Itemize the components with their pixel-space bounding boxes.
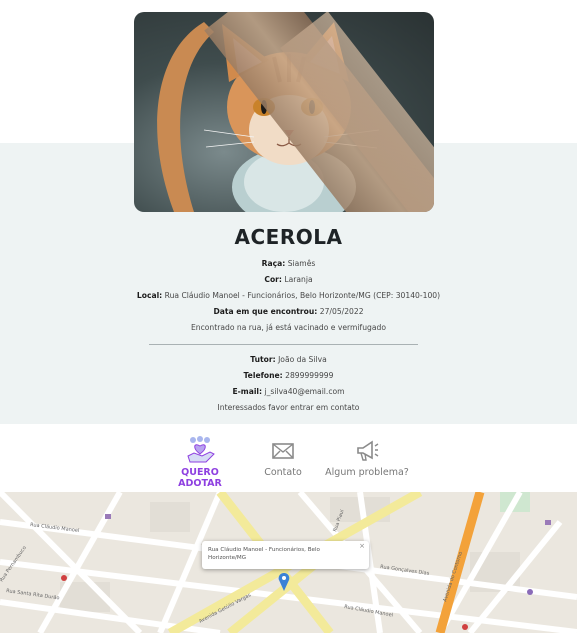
phone-line: Telefone: 2899999999 <box>0 371 577 380</box>
close-icon[interactable]: × <box>359 542 365 550</box>
email-label: E-mail: <box>232 387 263 396</box>
breed-value: Siamês <box>287 259 316 268</box>
report-problem-button[interactable]: Algum problema? <box>322 436 412 478</box>
tutor-label: Tutor: <box>250 355 276 364</box>
tutor-value: João da Silva <box>278 355 327 364</box>
adopt-button-label: QUERO ADOTAR <box>178 467 222 489</box>
found-date-label: Data em que encontrou: <box>213 307 318 316</box>
tutor-note: Interessados favor entrar em contato <box>217 403 360 412</box>
email-value: j_silva40@email.com <box>264 387 345 396</box>
map-pin-icon[interactable] <box>278 573 290 591</box>
color-value: Laranja <box>284 275 313 284</box>
phone-value: 2899999999 <box>285 371 334 380</box>
adopt-hand-heart-icon <box>187 436 215 463</box>
adopt-button[interactable]: QUERO ADOTAR <box>160 436 240 489</box>
envelope-icon <box>272 443 294 459</box>
map-popup: Rua Cláudio Manoel - Funcionários, Belo … <box>202 541 369 569</box>
found-date-line: Data em que encontrou: 27/05/2022 <box>0 307 577 316</box>
color-label: Cor: <box>264 275 282 284</box>
location-line: Local: Rua Cláudio Manoel - Funcionários… <box>0 291 577 300</box>
color-line: Cor: Laranja <box>0 275 577 284</box>
pet-photo <box>134 12 434 212</box>
action-bar: QUERO ADOTAR Contato Algum problema? <box>0 436 577 489</box>
location-value: Rua Cláudio Manoel - Funcionários, Belo … <box>164 291 441 300</box>
contact-button-label: Contato <box>264 467 302 478</box>
tutor-line: Tutor: João da Silva <box>0 355 577 364</box>
pet-name: ACEROLA <box>234 225 343 249</box>
breed-line: Raça: Siamês <box>0 259 577 268</box>
breed-label: Raça: <box>261 259 286 268</box>
contact-button[interactable]: Contato <box>258 436 308 478</box>
divider <box>149 344 418 345</box>
megaphone-icon <box>357 440 379 461</box>
map-popup-text: Rua Cláudio Manoel - Funcionários, Belo … <box>208 547 320 561</box>
phone-label: Telefone: <box>243 371 283 380</box>
location-label: Local: <box>136 291 163 300</box>
email-line: E-mail: j_silva40@email.com <box>0 387 577 396</box>
report-problem-label: Algum problema? <box>325 467 409 478</box>
found-date-value: 27/05/2022 <box>319 307 364 316</box>
pet-note: Encontrado na rua, já está vacinado e ve… <box>191 323 386 332</box>
